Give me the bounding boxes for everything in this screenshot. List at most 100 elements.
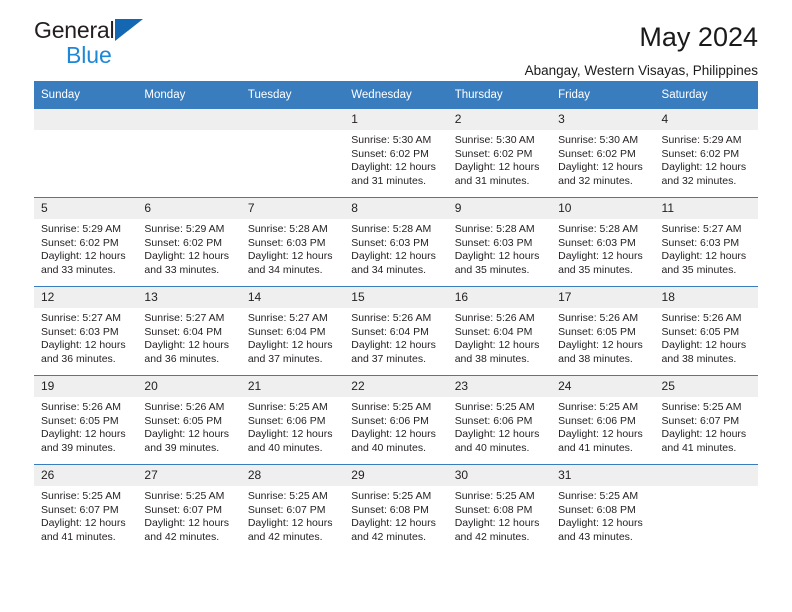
calendar-day-cell[interactable]: 16 Sunrise: 5:26 AM Sunset: 6:04 PM Dayligh… — [447, 286, 552, 376]
day-details — [241, 130, 344, 134]
calendar-day-cell[interactable]: 3 Sunrise: 5:30 AM Sunset: 6:02 PM Daylight… — [551, 109, 655, 198]
day-detail-line: and 35 minutes. — [454, 263, 530, 276]
calendar-day-cell[interactable]: 11 Sunrise: 5:27 AM Sunset: 6:03 PM Dayligh… — [654, 197, 758, 287]
day-number: 23 — [447, 376, 552, 397]
calendar-day-cell[interactable]: 31 Sunrise: 5:25 AM Sunset: 6:08 PM Dayligh… — [551, 464, 655, 553]
day-detail-line: and 42 minutes. — [454, 530, 530, 543]
day-detail-line: Daylight: 12 hours — [454, 428, 540, 441]
day-detail-line: and 36 minutes. — [144, 352, 220, 365]
day-detail-line: and 41 minutes. — [558, 441, 633, 454]
brand-logo-bottom-row: Blue — [66, 43, 264, 67]
day-detail-line: Sunset: 6:06 PM — [351, 414, 429, 427]
day-detail-line: Sunset: 6:05 PM — [144, 414, 223, 427]
weekday-header-friday: Friday — [551, 81, 655, 109]
day-details: Sunrise: 5:26 AM Sunset: 6:05 PM Daylight:… — [34, 397, 137, 455]
calendar-day-cell[interactable]: 1 Sunrise: 5:30 AM Sunset: 6:02 PM Daylight… — [344, 109, 448, 198]
day-detail-line: Sunrise: 5:28 AM — [247, 223, 328, 235]
calendar-day-cell[interactable]: 9 Sunrise: 5:28 AM Sunset: 6:03 PM Daylight… — [447, 197, 552, 287]
day-detail-line: Daylight: 12 hours — [351, 250, 436, 263]
day-detail-line: Sunset: 6:05 PM — [41, 414, 119, 427]
day-detail-line: Daylight: 12 hours — [144, 339, 230, 352]
day-detail-line: and 31 minutes. — [454, 174, 530, 187]
calendar-day-cell[interactable]: 7 Sunrise: 5:28 AM Sunset: 6:03 PM Daylight… — [240, 197, 345, 287]
calendar-day-cell[interactable]: 18 Sunrise: 5:26 AM Sunset: 6:05 PM Dayligh… — [654, 286, 758, 376]
day-number: 10 — [551, 198, 655, 219]
calendar-day-cell[interactable]: 13 Sunrise: 5:27 AM Sunset: 6:04 PM Dayligh… — [137, 286, 241, 376]
day-details: Sunrise: 5:29 AM Sunset: 6:02 PM Daylight:… — [137, 219, 240, 277]
brand-logo[interactable]: General Blue — [34, 16, 264, 72]
calendar-day-cell[interactable]: 15 Sunrise: 5:26 AM Sunset: 6:04 PM Dayligh… — [344, 286, 448, 376]
day-number — [137, 109, 241, 130]
day-detail-line: Sunrise: 5:25 AM — [351, 401, 432, 413]
day-detail-line: Sunset: 6:07 PM — [144, 503, 223, 516]
day-detail-line: and 34 minutes. — [351, 263, 426, 276]
day-number: 21 — [240, 376, 345, 397]
calendar-empty-cell — [137, 109, 241, 198]
day-detail-line: Sunset: 6:04 PM — [454, 325, 533, 338]
calendar-day-cell[interactable]: 25 Sunrise: 5:25 AM Sunset: 6:07 PM Dayligh… — [654, 375, 758, 465]
day-detail-line: Sunrise: 5:26 AM — [41, 401, 121, 413]
day-detail-line: and 31 minutes. — [351, 174, 426, 187]
calendar-day-cell[interactable]: 27 Sunrise: 5:25 AM Sunset: 6:07 PM Dayligh… — [137, 464, 241, 553]
calendar-day-cell[interactable]: 4 Sunrise: 5:29 AM Sunset: 6:02 PM Daylight… — [654, 109, 758, 198]
day-details: Sunrise: 5:26 AM Sunset: 6:05 PM Daylight:… — [551, 308, 654, 366]
day-detail-line: Sunrise: 5:27 AM — [144, 312, 225, 324]
calendar-day-cell[interactable]: 22 Sunrise: 5:25 AM Sunset: 6:06 PM Dayligh… — [344, 375, 448, 465]
day-number: 31 — [551, 465, 655, 486]
day-detail-line: and 36 minutes. — [41, 352, 116, 365]
day-detail-line: and 37 minutes. — [351, 352, 426, 365]
day-number: 1 — [344, 109, 448, 130]
day-detail-line: Sunset: 6:06 PM — [558, 414, 636, 427]
day-details: Sunrise: 5:30 AM Sunset: 6:02 PM Daylight:… — [551, 130, 654, 188]
calendar-day-cell[interactable]: 28 Sunrise: 5:25 AM Sunset: 6:07 PM Dayligh… — [240, 464, 345, 553]
brand-name-general: General — [34, 17, 115, 43]
day-details: Sunrise: 5:28 AM Sunset: 6:03 PM Daylight:… — [344, 219, 447, 277]
calendar-day-cell[interactable]: 24 Sunrise: 5:25 AM Sunset: 6:06 PM Dayligh… — [551, 375, 655, 465]
day-detail-line: Daylight: 12 hours — [454, 517, 540, 530]
day-number: 11 — [654, 198, 758, 219]
calendar-day-cell[interactable]: 5 Sunrise: 5:29 AM Sunset: 6:02 PM Daylight… — [34, 197, 138, 287]
weekday-header-saturday: Saturday — [654, 81, 758, 109]
day-detail-line: Sunset: 6:04 PM — [144, 325, 223, 338]
calendar-day-cell[interactable]: 17 Sunrise: 5:26 AM Sunset: 6:05 PM Dayligh… — [551, 286, 655, 376]
day-detail-line: and 35 minutes. — [558, 263, 633, 276]
calendar-week-row: 1 Sunrise: 5:30 AM Sunset: 6:02 PM Daylight… — [34, 109, 758, 198]
calendar-day-cell[interactable]: 20 Sunrise: 5:26 AM Sunset: 6:05 PM Dayligh… — [137, 375, 241, 465]
location-subtitle: Abangay, Western Visayas, Philippines — [524, 63, 758, 78]
calendar-day-cell[interactable]: 8 Sunrise: 5:28 AM Sunset: 6:03 PM Daylight… — [344, 197, 448, 287]
day-detail-line: Sunset: 6:08 PM — [558, 503, 636, 516]
calendar-day-cell[interactable]: 23 Sunrise: 5:25 AM Sunset: 6:06 PM Dayligh… — [447, 375, 552, 465]
calendar-day-cell[interactable]: 21 Sunrise: 5:25 AM Sunset: 6:06 PM Dayligh… — [240, 375, 345, 465]
calendar-day-cell[interactable]: 2 Sunrise: 5:30 AM Sunset: 6:02 PM Daylight… — [447, 109, 552, 198]
day-details: Sunrise: 5:25 AM Sunset: 6:07 PM Daylight:… — [34, 486, 137, 544]
day-details — [655, 486, 758, 490]
day-detail-line: and 43 minutes. — [558, 530, 633, 543]
day-detail-line: Sunrise: 5:27 AM — [41, 312, 121, 324]
brand-logo-top-row: General — [34, 16, 264, 42]
day-details: Sunrise: 5:30 AM Sunset: 6:02 PM Daylight:… — [344, 130, 447, 188]
day-detail-line: Sunset: 6:04 PM — [247, 325, 326, 338]
weekday-header-tuesday: Tuesday — [240, 81, 345, 109]
day-detail-line: Sunset: 6:06 PM — [454, 414, 533, 427]
day-detail-line: Sunrise: 5:25 AM — [454, 401, 535, 413]
calendar-day-cell[interactable]: 10 Sunrise: 5:28 AM Sunset: 6:03 PM Dayligh… — [551, 197, 655, 287]
day-number: 9 — [447, 198, 552, 219]
day-number: 26 — [34, 465, 138, 486]
calendar-week-row: 19 Sunrise: 5:26 AM Sunset: 6:05 PM Dayligh… — [34, 375, 758, 465]
calendar-header-row: Sunday Monday Tuesday Wednesday Thursday… — [34, 81, 758, 109]
day-detail-line: Sunset: 6:02 PM — [351, 147, 429, 160]
page-header: General Blue May 2024 Abangay, Western V… — [34, 0, 758, 78]
calendar-day-cell[interactable]: 29 Sunrise: 5:25 AM Sunset: 6:08 PM Dayligh… — [344, 464, 448, 553]
calendar-day-cell[interactable]: 6 Sunrise: 5:29 AM Sunset: 6:02 PM Daylight… — [137, 197, 241, 287]
day-detail-line: Daylight: 12 hours — [454, 161, 540, 174]
day-detail-line: Sunset: 6:08 PM — [454, 503, 533, 516]
calendar-day-cell[interactable]: 12 Sunrise: 5:27 AM Sunset: 6:03 PM Dayligh… — [34, 286, 138, 376]
calendar-day-cell[interactable]: 26 Sunrise: 5:25 AM Sunset: 6:07 PM Dayligh… — [34, 464, 138, 553]
calendar-day-cell[interactable]: 14 Sunrise: 5:27 AM Sunset: 6:04 PM Dayligh… — [240, 286, 345, 376]
calendar-day-cell[interactable]: 19 Sunrise: 5:26 AM Sunset: 6:05 PM Dayligh… — [34, 375, 138, 465]
calendar-day-cell[interactable]: 30 Sunrise: 5:25 AM Sunset: 6:08 PM Dayligh… — [447, 464, 552, 553]
day-detail-line: Sunrise: 5:28 AM — [454, 223, 535, 235]
day-detail-line: Sunset: 6:02 PM — [41, 236, 119, 249]
day-details: Sunrise: 5:26 AM Sunset: 6:05 PM Daylight:… — [655, 308, 758, 366]
calendar-table: Sunday Monday Tuesday Wednesday Thursday… — [34, 81, 758, 553]
